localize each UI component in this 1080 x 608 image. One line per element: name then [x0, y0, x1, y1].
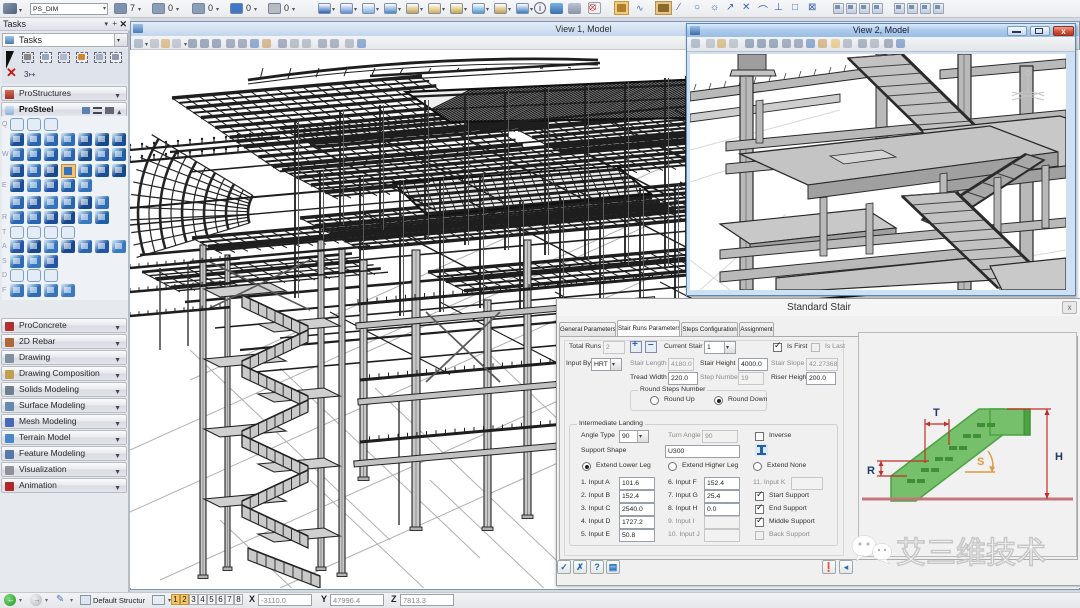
- svg-text:R: R: [867, 465, 875, 477]
- svg-text:S: S: [977, 456, 984, 468]
- svg-text:T: T: [933, 407, 940, 419]
- svg-text:艾三维技术: 艾三维技术: [896, 537, 1046, 570]
- svg-text:H: H: [1055, 451, 1063, 463]
